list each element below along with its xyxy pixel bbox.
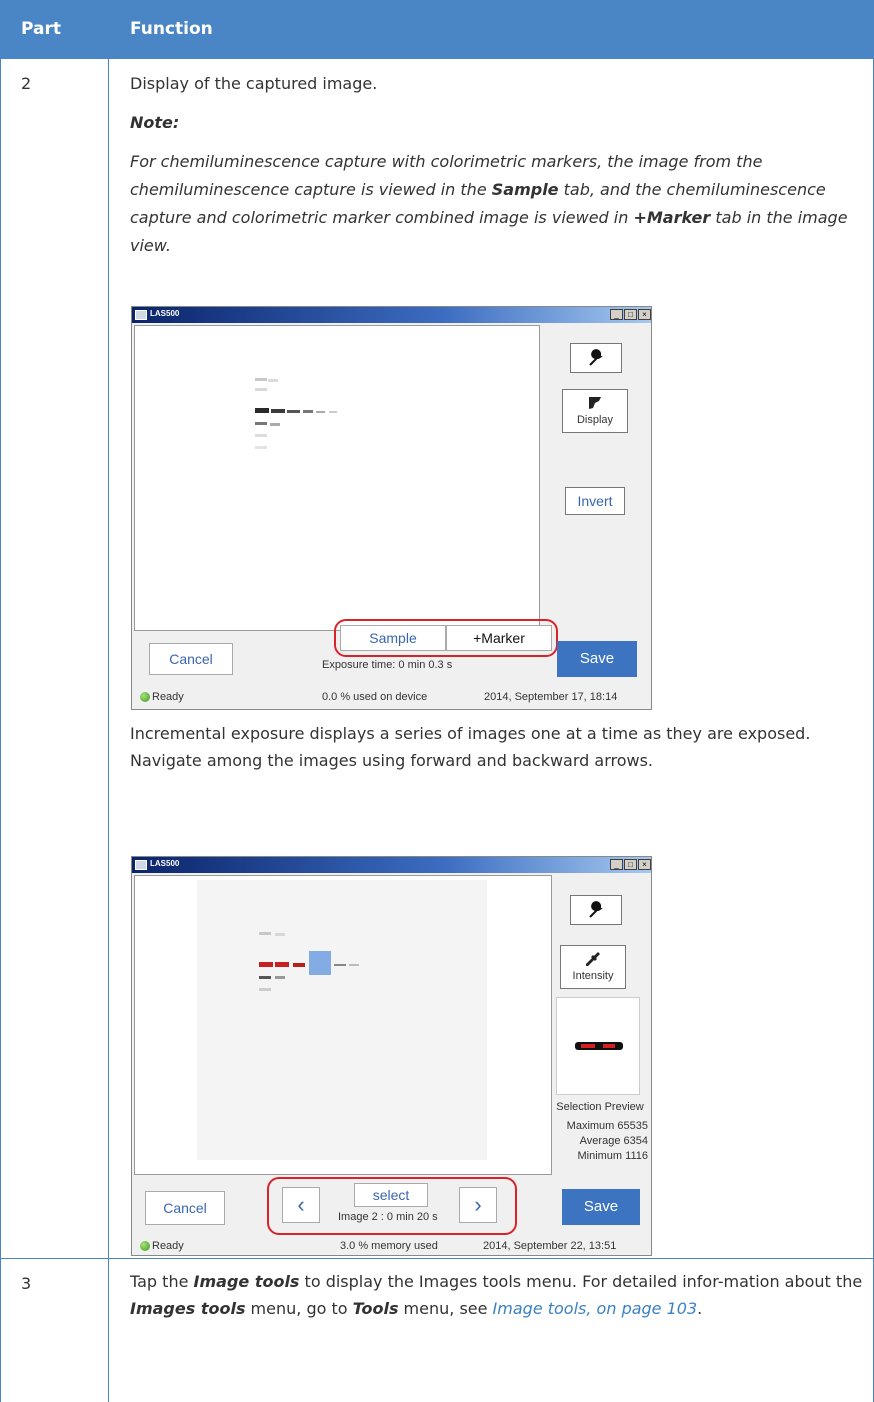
status-text: Ready [152,1240,184,1252]
screenshot-incremental-view: LAS500 _ □ × Intensity Selection Preview… [131,856,652,1256]
intensity-button[interactable]: Intensity [560,945,626,989]
date-time: 2014, September 22, 13:51 [483,1240,617,1252]
selection-box[interactable] [309,951,331,975]
invert-button[interactable]: Invert [565,487,625,515]
header-part: Part [21,19,61,39]
function-table: Part Function 2 Display of the captured … [0,0,874,1402]
blot-band [255,378,267,381]
blot-band [268,379,278,382]
status-text: Ready [152,691,184,703]
selection-preview-image [556,997,640,1095]
minimize-button[interactable]: _ [610,309,623,320]
select-button[interactable]: select [354,1183,428,1207]
header-function: Function [130,19,213,39]
tab-sample[interactable]: Sample [340,625,446,651]
blot-band [259,976,271,979]
screenshot-sample-view: LAS500 _ □ × Display Invert Sample +Mark… [131,306,652,710]
blot-band [275,976,285,979]
exposure-time: Exposure time: 0 min 0.3 s [322,659,453,671]
blot-band [270,423,280,426]
row-divider [0,1258,874,1259]
blot-band [255,388,267,391]
blot-band [271,409,285,413]
maximize-button[interactable]: □ [624,309,637,320]
memory-usage: 3.0 % memory used [340,1240,438,1252]
ready-status-icon [140,692,150,702]
blot-band [259,932,271,935]
next-image-button[interactable]: › [459,1187,497,1223]
marker-tab-reference: +Marker [633,208,711,227]
previous-image-button[interactable]: ‹ [282,1187,320,1223]
app-icon [135,860,147,870]
window-titlebar: LAS500 _ □ × [132,857,651,873]
blot-band [255,446,267,449]
preview-saturation [603,1044,615,1048]
row-part-number: 2 [21,74,32,93]
wrench-icon [589,349,603,366]
blot-band [316,411,325,413]
saturated-band [259,962,273,967]
ready-status-icon [140,1241,150,1251]
window-controls: _ □ × [610,309,651,320]
close-button[interactable]: × [638,859,651,870]
window-titlebar: LAS500 _ □ × [132,307,651,323]
preview-saturation [581,1044,595,1048]
stat-row: Average 6354 [579,1135,648,1147]
image-info: Image 2 : 0 min 20 s [338,1211,438,1223]
note-text: For chemiluminescence capture with color… [130,152,848,255]
table-header: Part Function [0,0,874,59]
image-canvas [197,880,487,1160]
stat-row: Maximum 65535 [566,1120,648,1132]
save-button[interactable]: Save [562,1189,640,1225]
close-button[interactable]: × [638,309,651,320]
window-title: LAS500 [150,309,180,318]
window-title: LAS500 [150,859,180,868]
blot-band [255,408,269,413]
display-icon [589,397,601,409]
sample-tab-reference: Sample [491,180,559,199]
selection-preview-label: Selection Preview [556,1101,644,1113]
save-button[interactable]: Save [557,641,637,677]
image-tools-text: Tap the Image tools to display the Image… [130,1272,863,1318]
image-tools-reference: Image tools [193,1272,300,1291]
saturated-band [293,963,305,967]
image-tools-link[interactable]: Image tools, on page 103 [493,1299,698,1318]
tab-marker[interactable]: +Marker [446,625,552,651]
blot-band [259,988,271,991]
blot-band [349,964,359,966]
column-divider [108,59,109,1402]
captured-image-view[interactable] [134,325,540,631]
minimize-button[interactable]: _ [610,859,623,870]
image-tools-button[interactable] [570,343,622,373]
row-intro-text: Display of the captured image. [130,74,378,93]
blot-band [275,933,285,936]
wrench-icon [589,901,603,918]
saturated-band [275,962,289,967]
cancel-button[interactable]: Cancel [149,643,233,675]
note-heading: Note: [130,113,180,132]
maximize-button[interactable]: □ [624,859,637,870]
captured-image-view[interactable] [134,875,552,1175]
intensity-label: Intensity [572,970,614,982]
image-tools-button[interactable] [570,895,622,925]
cancel-button[interactable]: Cancel [145,1191,225,1225]
left-border [0,59,1,1402]
window-controls: _ □ × [610,859,651,870]
blot-band [255,422,267,425]
blot-band [255,434,267,437]
blot-band [334,964,346,966]
stat-row: Minimum 1116 [577,1150,648,1162]
blot-band [303,410,313,413]
eyedropper-icon [586,952,600,966]
blot-band [287,410,300,413]
row-part-number: 3 [21,1274,32,1293]
blot-band [329,411,337,413]
incremental-exposure-text: Incremental exposure displays a series o… [130,724,811,770]
memory-usage: 0.0 % used on device [322,691,428,703]
display-label: Display [576,414,614,426]
app-icon [135,310,147,320]
intensity-stats: Maximum 65535 Average 6354 Minimum 1116 [558,1119,648,1164]
display-button[interactable]: Display [562,389,628,433]
date-time: 2014, September 17, 18:14 [484,691,618,703]
